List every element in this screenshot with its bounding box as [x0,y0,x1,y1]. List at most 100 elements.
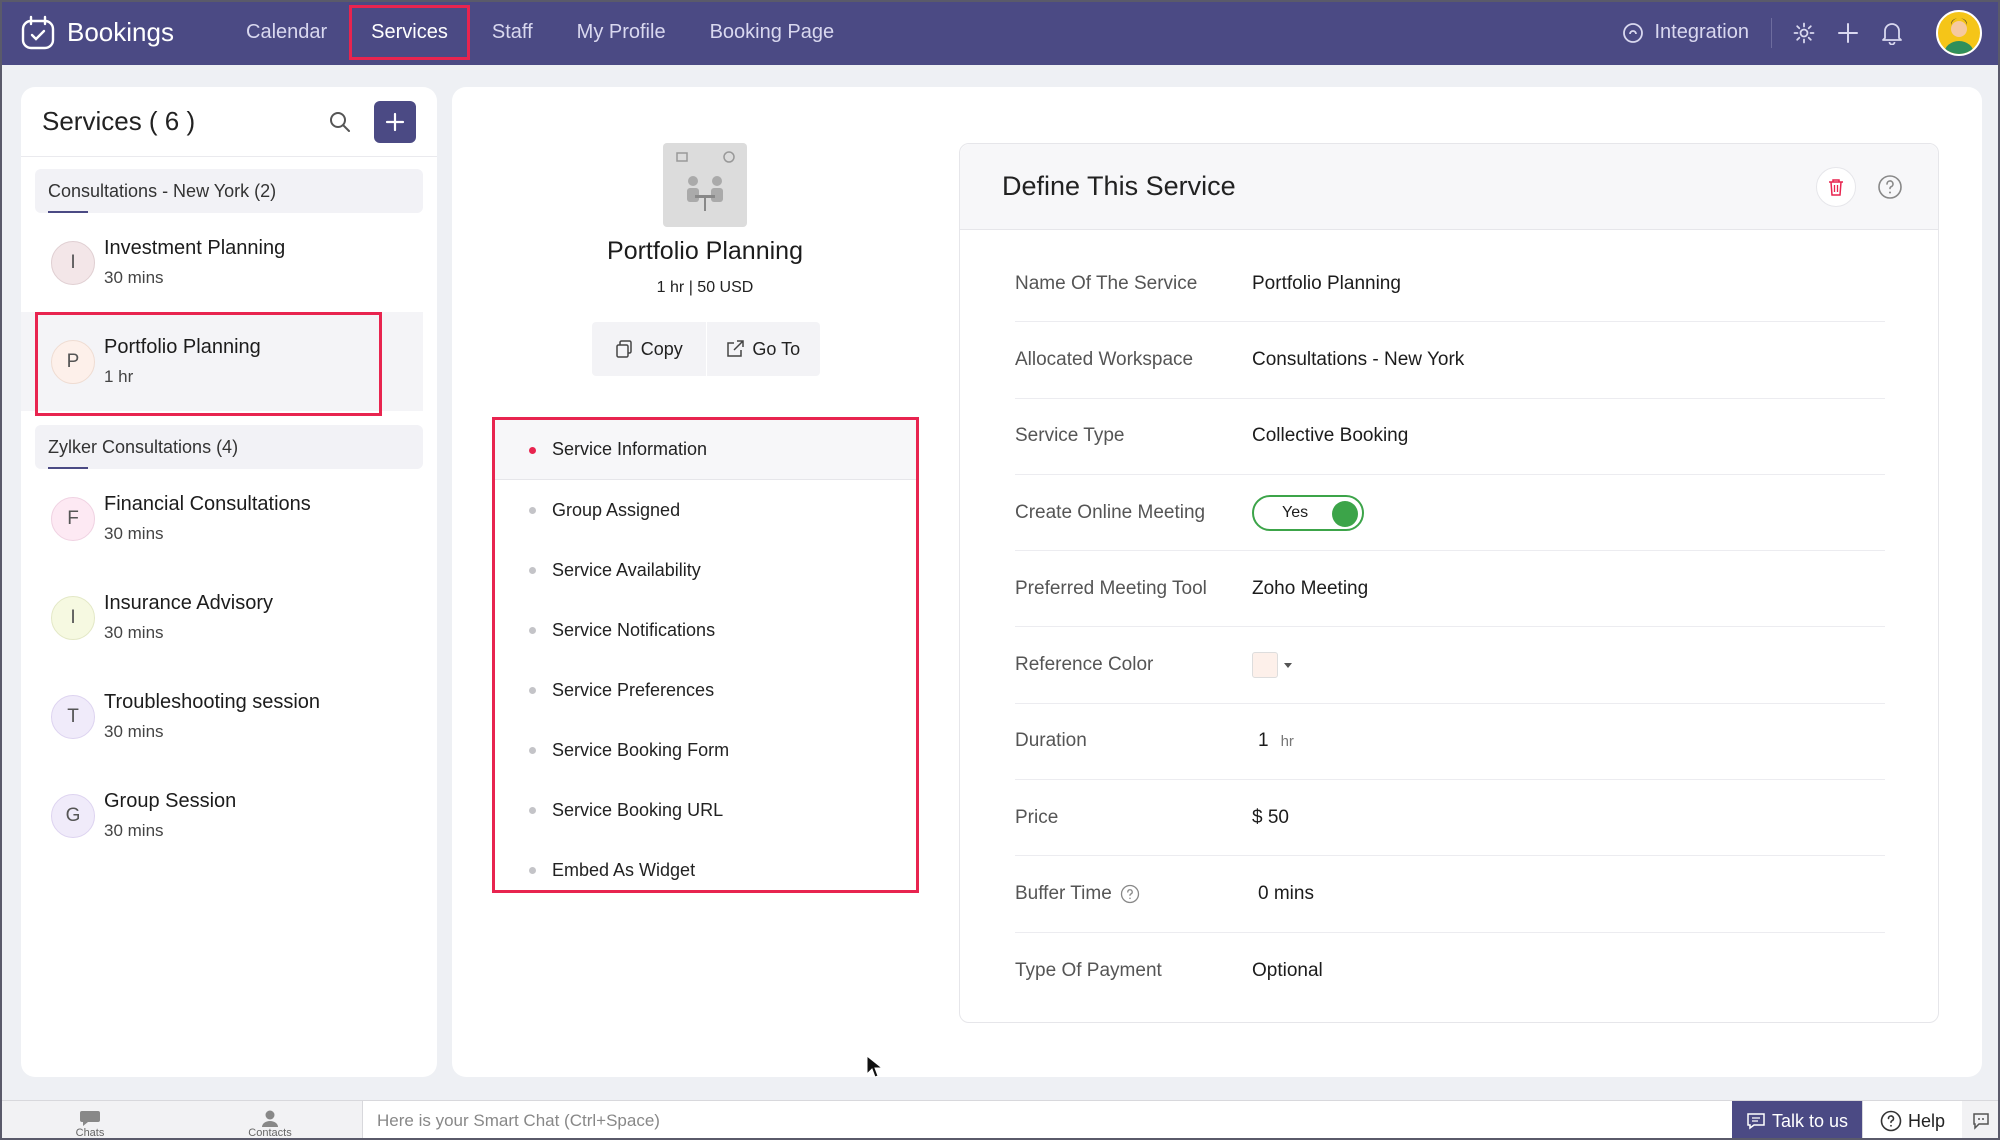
smart-chat-input[interactable]: Here is your Smart Chat (Ctrl+Space) [362,1101,1732,1140]
section-embed-as-widget[interactable]: Embed As Widget [495,840,916,900]
service-item-financial-consultations[interactable]: F Financial Consultations 30 mins [21,469,437,568]
service-name-value[interactable]: Portfolio Planning [1252,273,1401,295]
meeting-tool-value[interactable]: Zoho Meeting [1252,578,1368,600]
nav-booking-page[interactable]: Booking Page [688,0,857,65]
price-value[interactable]: $ 50 [1252,807,1289,829]
color-picker[interactable] [1252,652,1292,679]
gear-icon [1793,22,1815,43]
brand[interactable]: Bookings [20,15,210,51]
section-service-information[interactable]: Service Information [495,420,916,480]
define-service-title: Define This Service [1002,171,1236,201]
settings-button[interactable] [1782,13,1826,53]
buffer-time-value[interactable]: 0 mins [1258,883,1314,905]
search-button[interactable] [320,102,360,142]
field-row-service-type: Service Type Collective Booking [1015,399,1885,475]
service-fields: Name Of The Service Portfolio Planning A… [1015,246,1885,1009]
service-image[interactable] [663,143,747,227]
add-service-button[interactable] [374,100,416,143]
section-service-booking-url[interactable]: Service Booking URL [495,780,916,840]
dropdown-caret-icon [1284,662,1292,668]
service-name: Portfolio Planning [104,336,261,358]
service-item-group-session[interactable]: G Group Session 30 mins [21,766,437,865]
plus-icon [1838,22,1858,43]
service-section-menu: Service Information Group Assigned Servi… [492,417,919,893]
nav-calendar[interactable]: Calendar [224,0,349,65]
help-icon[interactable] [1120,884,1140,904]
search-icon [330,111,350,132]
chat-bubble-icon [80,1110,100,1126]
help-button[interactable] [1870,167,1910,207]
service-item-insurance-advisory[interactable]: I Insurance Advisory 30 mins [21,568,437,667]
workspace-value[interactable]: Consultations - New York [1252,349,1464,371]
service-detail-panel: Portfolio Planning 1 hr | 50 USD Copy Go… [452,87,1982,1077]
integration-icon [1623,22,1644,43]
service-duration: 30 mins [104,722,164,741]
services-panel: Services ( 6 ) Consultations - New York … [21,87,437,1077]
copy-button[interactable]: Copy [592,322,706,376]
mouse-cursor-icon [866,1055,882,1078]
service-item-troubleshooting-session[interactable]: T Troubleshooting session 30 mins [21,667,437,766]
workspace-group-zylker-consultations[interactable]: Zylker Consultations (4) [35,425,423,469]
section-service-preferences[interactable]: Service Preferences [495,660,916,720]
toggle-knob [1332,500,1358,527]
section-label: Service Preferences [552,679,715,700]
section-label: Service Information [552,439,708,459]
section-service-notifications[interactable]: Service Notifications [495,600,916,660]
service-duration: 30 mins [104,623,164,642]
bot-button[interactable] [1962,1101,2000,1140]
help-icon [1880,1110,1902,1132]
service-name: Group Session [104,790,237,812]
field-row-price: Price $ 50 [1015,780,1885,857]
go-to-label: Go To [752,338,801,359]
duration-field[interactable]: 1 hr [1252,730,1294,752]
service-initial-avatar: I [51,595,95,640]
toggle-label: Yes [1282,503,1309,521]
service-title: Portfolio Planning [607,237,803,265]
service-name: Insurance Advisory [104,592,273,614]
meeting-illustration-icon [676,151,735,211]
color-swatch [1252,652,1278,679]
field-label: Create Online Meeting [1015,501,1206,523]
notifications-button[interactable] [1870,13,1914,53]
online-meeting-toggle[interactable]: Yes [1252,494,1364,531]
talk-to-us-button[interactable]: Talk to us [1732,1101,1862,1140]
user-avatar-icon [1944,17,1974,54]
service-name: Financial Consultations [104,493,311,515]
field-label: Allocated Workspace [1015,348,1194,370]
service-name: Investment Planning [104,237,286,259]
field-row-payment-type: Type Of Payment Optional [1015,933,1885,1009]
duration-unit: hr [1280,732,1294,750]
bottom-bar: Chats Contacts Here is your Smart Chat (… [0,1100,2000,1140]
field-row-meeting-tool: Preferred Meeting Tool Zoho Meeting [1015,551,1885,628]
user-avatar[interactable] [1936,9,1982,56]
contacts-tab[interactable]: Contacts [180,1101,360,1140]
field-label: Duration [1015,730,1087,752]
add-button[interactable] [1826,13,1870,53]
section-service-availability[interactable]: Service Availability [495,540,916,600]
nav-services[interactable]: Services [349,0,470,65]
nav-my-profile[interactable]: My Profile [555,0,688,65]
service-item-investment-planning[interactable]: I Investment Planning 30 mins [21,213,437,312]
workspace-group-consultations-new-york[interactable]: Consultations - New York (2) [35,169,423,213]
copy-label: Copy [640,338,683,359]
section-service-booking-form[interactable]: Service Booking Form [495,720,916,780]
talk-to-us-label: Talk to us [1771,1110,1849,1131]
chats-tab[interactable]: Chats [0,1101,180,1140]
chats-label: Chats [75,1126,105,1139]
section-group-assigned[interactable]: Group Assigned [495,480,916,540]
chat-bot-icon [1973,1113,1989,1130]
services-count-title: Services ( 6 ) [42,106,196,136]
bell-icon [1882,22,1902,45]
payment-type-value[interactable]: Optional [1252,960,1323,982]
service-type-value[interactable]: Collective Booking [1252,425,1408,447]
nav-staff[interactable]: Staff [470,0,555,65]
help-bottom-button[interactable]: Help [1862,1101,1962,1140]
integration-link[interactable]: Integration [1622,17,1772,48]
top-nav: Bookings Calendar Services Staff My Prof… [0,0,2000,65]
delete-service-button[interactable] [1816,166,1856,207]
section-label: Embed As Widget [552,859,696,880]
service-item-portfolio-planning[interactable]: P Portfolio Planning 1 hr [21,312,423,416]
go-to-button[interactable]: Go To [705,322,821,376]
field-label: Service Type [1015,425,1125,447]
integration-label: Integration [1654,21,1749,43]
